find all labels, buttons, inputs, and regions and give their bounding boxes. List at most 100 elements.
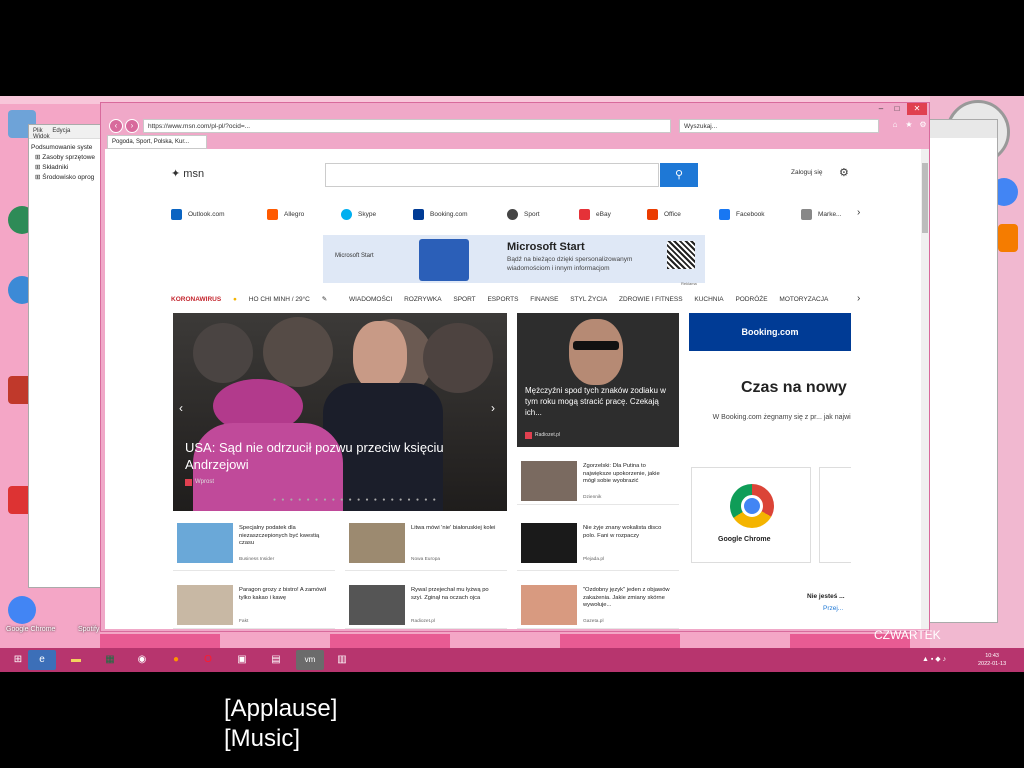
- search-input[interactable]: Wyszukaj...: [679, 119, 879, 133]
- ad-label: Reklama: [681, 281, 697, 286]
- quicklink-ebay[interactable]: eBay: [579, 209, 611, 227]
- taskbar-excel-icon[interactable]: ▦: [96, 650, 124, 670]
- taskbar-ie-icon[interactable]: e: [28, 650, 56, 670]
- edit-icon: ✎: [321, 296, 328, 303]
- news-thumbnail: [521, 523, 577, 563]
- booking-ad[interactable]: Booking.com Czas na nowy W Booking.com ż…: [689, 313, 851, 629]
- nav-next-icon[interactable]: ›: [857, 293, 860, 304]
- right-window-titlebar[interactable]: [929, 120, 997, 138]
- news-source: Dziennik: [583, 495, 602, 500]
- menu-edit[interactable]: Edycja: [52, 128, 70, 134]
- nav-zdrowie[interactable]: ZDROWIE I FITNESS: [619, 296, 683, 303]
- nav-kuchnia[interactable]: KUCHNIA: [694, 296, 723, 303]
- nav-weather[interactable]: ● HO CHI MINH / 29°C ✎: [233, 296, 337, 303]
- ad-banner[interactable]: Microsoft Start Microsoft Start Bądź na …: [323, 235, 705, 283]
- taskbar-explorer-icon[interactable]: ▬: [62, 650, 90, 670]
- news-card[interactable]: "Ozdobny język" jeden z objawów zakażeni…: [517, 581, 679, 629]
- hero-next-icon[interactable]: ›: [491, 401, 495, 415]
- chrome-tile[interactable]: Google Chrome: [691, 467, 811, 563]
- news-card[interactable]: Paragon grozy z bistro! A zamówił tylko …: [173, 581, 335, 629]
- hero-prev-icon[interactable]: ‹: [179, 401, 183, 415]
- banner-device-image: [419, 239, 469, 281]
- nav-esports[interactable]: ESPORTS: [487, 296, 518, 303]
- quicklinks-next-icon[interactable]: ›: [857, 207, 860, 225]
- nav-rozrywka[interactable]: ROZRYWKA: [404, 296, 441, 303]
- tree-item-summary[interactable]: Podsumowanie syste: [31, 143, 105, 153]
- desktop-icon-orange[interactable]: [998, 224, 1018, 252]
- sunglasses-icon: [573, 341, 619, 350]
- taskbar-chrome-icon[interactable]: ◉: [128, 650, 156, 670]
- desktop-icon-spotify-label: Spotify: [78, 626, 100, 633]
- taskbar-firefox-icon[interactable]: ●: [162, 650, 190, 670]
- right-background-window[interactable]: [928, 119, 998, 623]
- booking-tile-partial[interactable]: [819, 467, 851, 563]
- quicklink-booking[interactable]: Booking.com: [413, 209, 468, 227]
- ie-titlebar[interactable]: – □ ✕: [101, 103, 931, 117]
- search-icon[interactable]: ⚲: [660, 163, 698, 187]
- ie-window[interactable]: – □ ✕ ‹ › https://www.msn.com/pl-pl/?oci…: [100, 102, 930, 632]
- quicklink-outlook[interactable]: Outlook.com: [171, 209, 225, 227]
- news-card[interactable]: Zgorzelski: Dla Putina to największe upo…: [517, 457, 679, 505]
- desktop-icon-chrome[interactable]: [8, 596, 36, 624]
- tree-item-components[interactable]: ⊞ Składniki: [31, 163, 105, 173]
- scroll-thumb[interactable]: [922, 163, 928, 233]
- signin-link[interactable]: Zaloguj się: [791, 169, 822, 176]
- back-button[interactable]: ‹: [109, 119, 123, 133]
- news-card[interactable]: Specjalny podatek dla niezaszczepionych …: [173, 519, 335, 571]
- nav-finanse[interactable]: FINANSE: [530, 296, 558, 303]
- gear-icon[interactable]: ⚙: [915, 119, 931, 131]
- quicklink-sport[interactable]: Sport: [507, 209, 540, 227]
- nav-motoryzacja[interactable]: MOTORYZACJA: [779, 296, 828, 303]
- card-men-title: Mężczyźni spod tych znaków zodiaku w tym…: [525, 386, 666, 417]
- allegro-icon: [267, 209, 278, 220]
- system-info-window[interactable]: Plik Edycja Widok Podsumowanie syste ⊞ Z…: [28, 124, 108, 588]
- msn-logo[interactable]: ✦ msn: [171, 167, 204, 180]
- url-input[interactable]: https://www.msn.com/pl-pl/?ocid=...: [143, 119, 671, 133]
- news-card[interactable]: Litwa mówi 'nie' białoruskiej kolei Nowa…: [345, 519, 507, 571]
- outlook-icon: [171, 209, 182, 220]
- nav-wiadomosci[interactable]: WIADOMOŚCI: [349, 296, 392, 303]
- news-title: Paragon grozy z bistro! A zamówił tylko …: [239, 587, 326, 601]
- quicklink-facebook[interactable]: Facebook: [719, 209, 765, 227]
- page-scrollbar[interactable]: [921, 149, 929, 629]
- msn-search-input[interactable]: [325, 163, 659, 187]
- taskbar-window-icon[interactable]: ▣: [228, 650, 256, 670]
- quicklink-market[interactable]: Marke...: [801, 209, 841, 227]
- tab-msn[interactable]: Pogoda, Sport, Polska, Kur...: [107, 135, 207, 149]
- tree-item-hardware[interactable]: ⊞ Zasoby sprzętowe: [31, 153, 105, 163]
- caption-line: [Applause]: [224, 695, 338, 722]
- sport-icon: [507, 209, 518, 220]
- tree-item-software[interactable]: ⊞ Środowisko oprog: [31, 173, 105, 183]
- news-card[interactable]: Rywal przejechał mu łyżwą po szyi. Zginą…: [345, 581, 507, 629]
- quicklink-office[interactable]: Office: [647, 209, 681, 227]
- nav-podroze[interactable]: PODRÓŻE: [735, 296, 767, 303]
- quicklink-skype[interactable]: Skype: [341, 209, 376, 227]
- quicklink-allegro[interactable]: Allegro: [267, 209, 304, 227]
- forward-button[interactable]: ›: [125, 119, 139, 133]
- taskbar-sysinfo-icon[interactable]: ▥: [328, 650, 356, 670]
- taskbar-opera-icon[interactable]: O: [194, 650, 222, 670]
- story-card-zodiac[interactable]: Mężczyźni spod tych znaków zodiaku w tym…: [517, 313, 679, 447]
- news-card[interactable]: Nie żyje znany wokalista disco polo. Fan…: [517, 519, 679, 571]
- nav-styl-zycia[interactable]: STYL ŻYCIA: [570, 296, 607, 303]
- minimize-button[interactable]: –: [873, 103, 889, 115]
- news-title: "Ozdobny język" jeden z objawów zakażeni…: [583, 587, 670, 608]
- taskbar-vm-icon[interactable]: vm: [296, 650, 324, 670]
- news-title: Zgorzelski: Dla Putina to największe upo…: [583, 463, 660, 484]
- maximize-button[interactable]: □: [889, 103, 905, 115]
- news-title: Specjalny podatek dla niezaszczepionych …: [239, 525, 320, 546]
- hero-title[interactable]: USA: Sąd nie odrzucił pozwu przeciw księ…: [185, 439, 485, 473]
- booking-link[interactable]: Przej...: [823, 605, 843, 612]
- banner-title: Microsoft Start: [507, 241, 585, 253]
- close-button[interactable]: ✕: [907, 103, 927, 115]
- nav-koronawirus[interactable]: KORONAWIRUS: [171, 296, 221, 303]
- carousel-dots[interactable]: ● ● ● ● ● ● ● ● ● ● ● ● ● ● ● ● ● ● ● ●: [273, 497, 438, 503]
- hero-story[interactable]: ‹ › USA: Sąd nie odrzucił pozwu przeciw …: [173, 313, 507, 511]
- settings-gear-icon[interactable]: ⚙: [839, 166, 849, 179]
- taskbar-network-icon[interactable]: ▤: [262, 650, 290, 670]
- tray-icons[interactable]: ▲ ▪ ◆ ♪: [922, 655, 946, 663]
- taskbar-clock[interactable]: 10:43 2022-01-13: [978, 652, 1006, 668]
- booking-logo: Booking.com: [689, 313, 851, 351]
- menu-view[interactable]: Widok: [33, 134, 50, 140]
- nav-sport[interactable]: SPORT: [453, 296, 475, 303]
